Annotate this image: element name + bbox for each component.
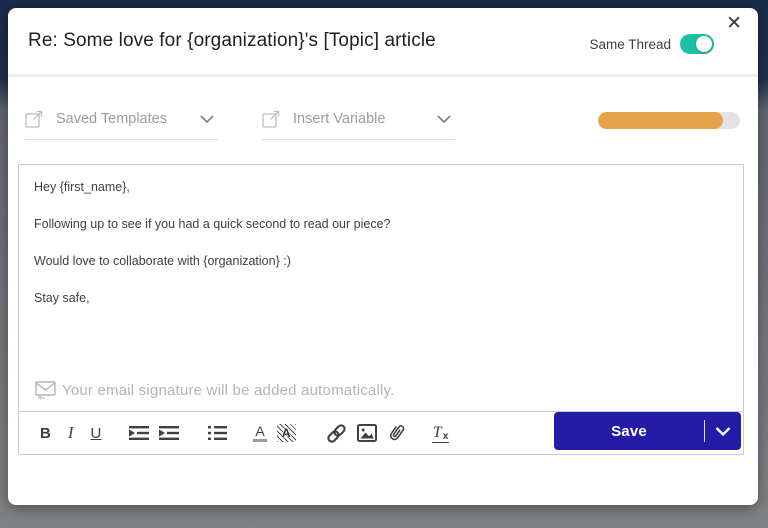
text-color-button[interactable]: A (253, 424, 267, 442)
open-template-icon (25, 110, 43, 128)
email-signature-icon (34, 379, 58, 401)
body-paragraph: Stay safe, (34, 291, 90, 305)
chevron-down-icon (437, 114, 451, 123)
body-paragraph: Following up to see if you had a quick s… (34, 217, 391, 231)
score-progress-bar (598, 112, 740, 129)
bold-button[interactable]: B (40, 425, 51, 442)
body-paragraph: Hey {first_name}, (34, 180, 130, 194)
highlight-color-button[interactable]: A (276, 424, 296, 442)
email-body-textarea[interactable]: Hey {first_name}, Following up to see if… (19, 165, 743, 411)
indent-button[interactable] (158, 425, 180, 441)
close-icon[interactable]: ✕ (722, 10, 746, 38)
bullet-list-button[interactable] (207, 425, 228, 441)
header-divider (8, 74, 758, 77)
insert-link-button[interactable] (325, 422, 348, 445)
insert-variable-label: Insert Variable (293, 110, 386, 127)
save-split-button[interactable]: Save (554, 412, 741, 450)
underline-button[interactable]: U (91, 425, 102, 442)
signature-notice: Your email signature will be added autom… (34, 379, 727, 401)
insert-image-button[interactable] (356, 424, 377, 442)
progress-fill (598, 112, 723, 129)
body-paragraph: Would love to collaborate with {organiza… (34, 254, 291, 268)
signature-notice-text: Your email signature will be added autom… (62, 381, 395, 399)
saved-templates-dropdown[interactable]: Saved Templates (25, 102, 218, 140)
same-thread-label: Same Thread (589, 36, 671, 52)
save-options-chevron-icon[interactable] (705, 426, 741, 436)
modal-title: Re: Some love for {organization}'s [Topi… (28, 30, 436, 51)
toggle-knob (696, 36, 712, 52)
email-template-modal: ✕ Re: Some love for {organization}'s [To… (8, 8, 758, 505)
clear-formatting-button[interactable]: Tx (431, 424, 450, 443)
insert-variable-icon (262, 110, 280, 128)
save-button[interactable]: Save (554, 423, 704, 440)
saved-templates-label: Saved Templates (56, 110, 167, 127)
attach-file-button[interactable] (386, 422, 406, 444)
italic-button[interactable]: I (68, 423, 74, 443)
insert-variable-dropdown[interactable]: Insert Variable (262, 102, 455, 140)
chevron-down-icon (200, 114, 214, 123)
same-thread-toggle[interactable] (680, 34, 714, 54)
same-thread-control: Same Thread (589, 34, 714, 54)
outdent-button[interactable] (128, 425, 150, 441)
